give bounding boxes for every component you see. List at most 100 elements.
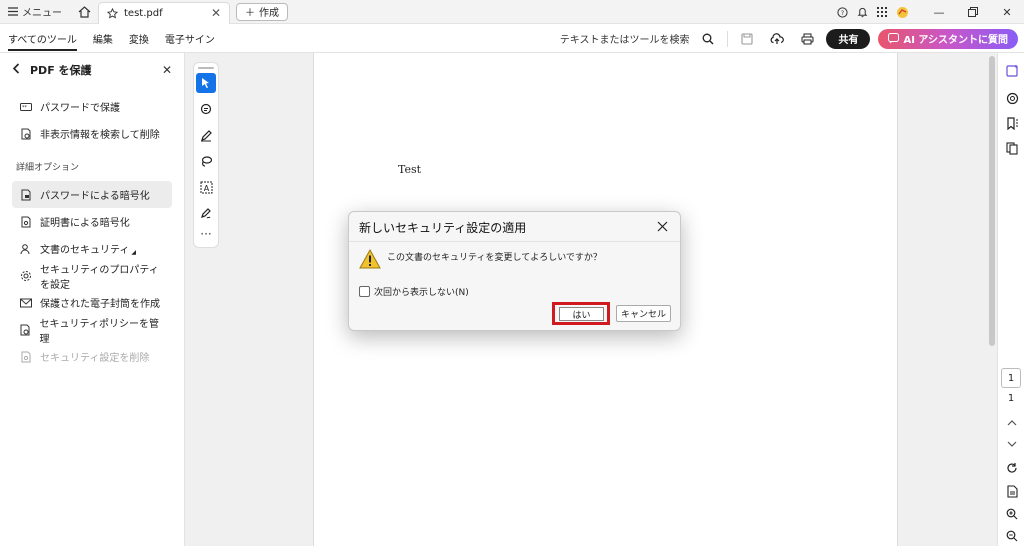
restore-icon — [968, 7, 978, 17]
comment-tool-button[interactable] — [196, 99, 216, 119]
item-password-protect[interactable]: ** パスワードで保護 — [0, 93, 184, 120]
document-tab[interactable]: test.pdf ✕ — [98, 1, 230, 24]
tab-edit[interactable]: 編集 — [85, 24, 121, 53]
create-label: 作成 — [259, 8, 279, 19]
tab-label: 変換 — [128, 34, 149, 46]
panel-header: PDF を保護 ✕ — [0, 53, 184, 87]
next-page-button[interactable] — [1003, 435, 1021, 453]
home-icon — [78, 5, 90, 18]
drag-handle[interactable] — [198, 67, 214, 69]
select-tool-button[interactable] — [196, 73, 216, 93]
search-button[interactable] — [697, 28, 719, 50]
item-password-encrypt[interactable]: パスワードによる暗号化 — [12, 181, 172, 208]
apps-button[interactable] — [872, 0, 892, 24]
pages-button[interactable] — [1003, 139, 1021, 157]
item-label: セキュリティのプロパティを設定 — [40, 264, 159, 291]
tab-close-icon[interactable]: ✕ — [211, 6, 221, 20]
text-box-icon: A — [200, 181, 212, 193]
svg-text:?: ? — [840, 8, 843, 16]
tab-convert[interactable]: 変換 — [121, 24, 157, 53]
cursor-icon — [202, 78, 209, 89]
save-icon — [741, 32, 754, 45]
profile-button[interactable] — [892, 0, 912, 24]
bookmark-icon — [1006, 116, 1018, 130]
item-redact-search[interactable]: 非表示情報を検索して削除 — [0, 120, 184, 147]
tab-all-tools[interactable]: すべてのツール — [0, 24, 85, 53]
cloud-upload-icon — [771, 32, 785, 44]
help-button[interactable]: ? — [832, 0, 852, 24]
item-label: セキュリティ設定を削除 — [40, 353, 150, 364]
print-button[interactable] — [796, 28, 818, 50]
document-icon — [1006, 484, 1018, 498]
search-icon — [703, 33, 714, 44]
previous-page-button[interactable] — [1003, 413, 1021, 431]
title-bar: メニュー test.pdf ✕ ＋ 作成 ? — ✕ — [0, 0, 1024, 24]
item-label: 証明書による暗号化 — [40, 218, 130, 229]
zoom-out-button[interactable] — [1003, 527, 1021, 545]
protect-pdf-panel: PDF を保護 ✕ ** パスワードで保護 非表示情報を検索して削除 詳細オプシ… — [0, 53, 185, 546]
dont-show-again-option[interactable]: 次回から表示しない(N) — [359, 285, 469, 298]
svg-text:**: ** — [22, 105, 28, 111]
share-button[interactable]: 共有 — [826, 28, 871, 49]
cancel-button[interactable]: キャンセル — [616, 305, 671, 322]
menu-button[interactable]: メニュー — [0, 0, 70, 24]
highlight-tool-button[interactable] — [196, 125, 216, 145]
item-label: セキュリティポリシーを管理 — [39, 318, 159, 345]
minimize-button[interactable]: — — [922, 0, 956, 24]
remove-security-icon — [20, 351, 32, 363]
dialog-close-button[interactable] — [652, 216, 672, 236]
item-manage-policies[interactable]: セキュリティポリシーを管理 — [0, 316, 184, 345]
close-window-button[interactable]: ✕ — [990, 0, 1024, 24]
chevron-down-icon — [1007, 441, 1017, 447]
dialog-message: この文書のセキュリティを変更してよろしいですか？ — [387, 253, 602, 263]
page-display-button[interactable] — [1003, 482, 1021, 500]
sign-tool-button[interactable] — [196, 203, 216, 223]
current-page-field[interactable]: 1 — [1001, 368, 1021, 388]
home-button[interactable] — [70, 0, 98, 24]
item-security-properties[interactable]: セキュリティのプロパティを設定 — [0, 262, 184, 291]
ai-assistant-button[interactable]: AI アシスタントに質問 — [878, 28, 1018, 49]
zoom-in-button[interactable] — [1003, 505, 1021, 523]
toolbar-divider — [727, 30, 729, 47]
bookmarks-button[interactable] — [1003, 114, 1021, 132]
certificate-icon — [20, 216, 32, 228]
panel-close-icon[interactable]: ✕ — [162, 63, 172, 77]
notifications-button[interactable] — [852, 0, 872, 24]
vertical-scrollbar[interactable] — [989, 56, 995, 346]
item-remove-security: セキュリティ設定を削除 — [0, 343, 184, 370]
zoom-in-icon — [1006, 508, 1018, 520]
tab-esign[interactable]: 電子サイン — [157, 24, 223, 53]
ai-chat-icon — [888, 33, 900, 44]
draw-tool-button[interactable] — [196, 151, 216, 171]
item-secure-envelope[interactable]: 保護された電子封筒を作成 — [0, 289, 184, 316]
panel-title: PDF を保護 — [30, 64, 92, 77]
search-tools-button[interactable]: テキストまたはツールを検索 — [560, 31, 690, 46]
submenu-caret-icon: ◢ — [131, 249, 137, 256]
section-advanced-options: 詳細オプション — [16, 163, 80, 173]
dont-show-again-checkbox[interactable] — [359, 286, 370, 297]
maximize-button[interactable] — [956, 0, 990, 24]
dialog-separator — [349, 241, 680, 242]
save-button[interactable] — [736, 28, 758, 50]
create-button[interactable]: ＋ 作成 — [236, 2, 288, 21]
item-certificate-encrypt[interactable]: 証明書による暗号化 — [0, 208, 184, 235]
text-tool-button[interactable]: A — [196, 177, 216, 197]
total-pages: 1 — [1007, 393, 1015, 404]
zoom-out-icon — [1006, 530, 1018, 542]
star-icon[interactable] — [107, 7, 118, 19]
comments-panel-button[interactable] — [1003, 89, 1021, 107]
yes-button[interactable]: はい — [559, 307, 604, 321]
upload-button[interactable] — [766, 28, 788, 50]
back-chevron-icon[interactable] — [12, 63, 20, 77]
item-label: 保護された電子封筒を作成 — [40, 299, 160, 310]
rotate-button[interactable] — [1003, 459, 1021, 477]
ai-assistant-label: AI アシスタントに質問 — [903, 35, 1008, 46]
lasso-icon — [201, 155, 212, 167]
ai-sparkle-icon — [1005, 64, 1018, 77]
help-icon: ? — [836, 6, 848, 18]
ai-generate-button[interactable] — [1003, 61, 1021, 79]
close-icon — [657, 221, 667, 231]
right-rail: 1 1 — [997, 53, 1024, 546]
more-tools-icon[interactable]: ··· — [194, 228, 218, 240]
item-document-security[interactable]: 文書のセキュリティ ◢ — [0, 235, 184, 262]
